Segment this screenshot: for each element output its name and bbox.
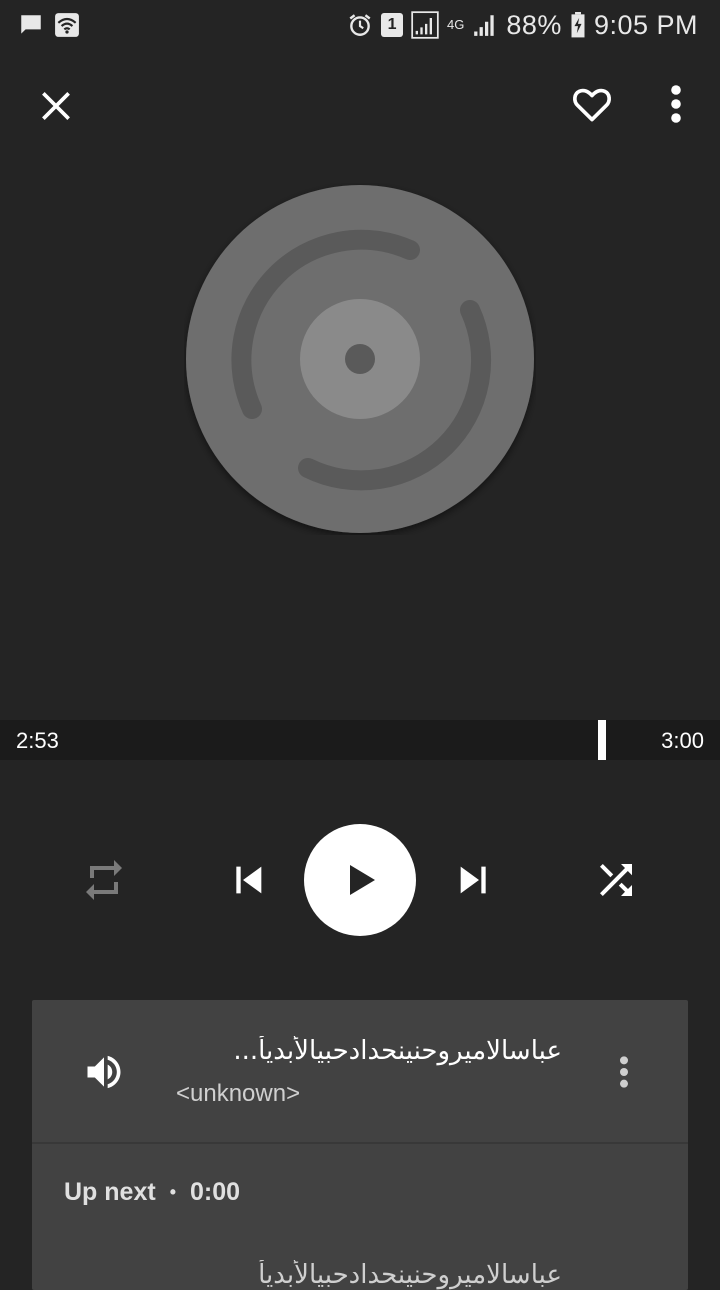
wifi-icon — [54, 12, 80, 38]
previous-button[interactable] — [222, 852, 274, 908]
network-type-label: 4G — [447, 17, 465, 32]
skip-previous-icon — [236, 866, 262, 894]
more-vert-icon — [620, 1056, 628, 1088]
clock: 9:05 PM — [593, 9, 698, 40]
up-next-header: Up next • 0:00 — [64, 1178, 240, 1207]
shuffle-icon — [600, 864, 632, 896]
separator: • — [169, 1182, 176, 1202]
battery-percent: 88% — [506, 9, 562, 40]
status-right: 1 4G 88% 9:05 PM — [347, 10, 698, 41]
album-art — [184, 183, 536, 535]
total-time: 3:00 — [661, 728, 704, 753]
play-button[interactable] — [304, 824, 416, 936]
favorite-button[interactable] — [566, 78, 618, 130]
next-button[interactable] — [448, 852, 500, 908]
disc-placeholder-icon — [186, 185, 534, 533]
message-icon — [18, 12, 44, 38]
divider — [32, 1142, 688, 1144]
close-icon — [42, 92, 70, 120]
network-4g-icon: 4G — [447, 17, 465, 32]
up-next-duration: 0:00 — [190, 1178, 241, 1206]
repeat-icon — [86, 860, 122, 900]
signal-icon-2 — [472, 12, 498, 38]
alarm-icon — [347, 12, 373, 38]
seek-thumb[interactable] — [598, 720, 606, 760]
more-options-button[interactable] — [656, 78, 696, 130]
sim-icon: 1 — [381, 13, 404, 37]
up-next-label: Up next — [64, 1178, 156, 1206]
status-bar: 1 4G 88% 9:05 PM — [0, 0, 720, 50]
next-track-title[interactable]: عباسالاميروحنينحدادحبيالأبديأ — [182, 1260, 562, 1290]
repeat-button[interactable] — [72, 850, 136, 910]
play-icon — [350, 865, 375, 895]
player-top-bar — [0, 60, 720, 148]
track-more-button[interactable] — [606, 1050, 642, 1094]
elapsed-time: 2:53 — [16, 728, 59, 753]
volume-icon — [87, 1055, 121, 1089]
playback-controls — [0, 820, 720, 940]
track-title: عباسالاميروحنينحدادحبيالأبديأ... — [233, 1036, 562, 1066]
now-playing-item[interactable]: عباسالاميروحنينحدادحبيالأبديأ... <unknow… — [32, 1000, 688, 1142]
track-artist: <unknown> — [176, 1080, 301, 1107]
skip-next-icon — [460, 866, 486, 894]
battery-icon — [570, 12, 586, 38]
queue-card: عباسالاميروحنينحدادحبيالأبديأ... <unknow… — [32, 1000, 688, 1290]
more-vert-icon — [671, 85, 681, 123]
status-left — [18, 12, 80, 38]
close-button[interactable] — [30, 80, 82, 132]
signal-icon — [411, 11, 439, 39]
shuffle-button[interactable] — [586, 850, 646, 910]
seek-bar[interactable]: 2:53 3:00 — [0, 720, 720, 760]
heart-icon — [573, 88, 611, 122]
